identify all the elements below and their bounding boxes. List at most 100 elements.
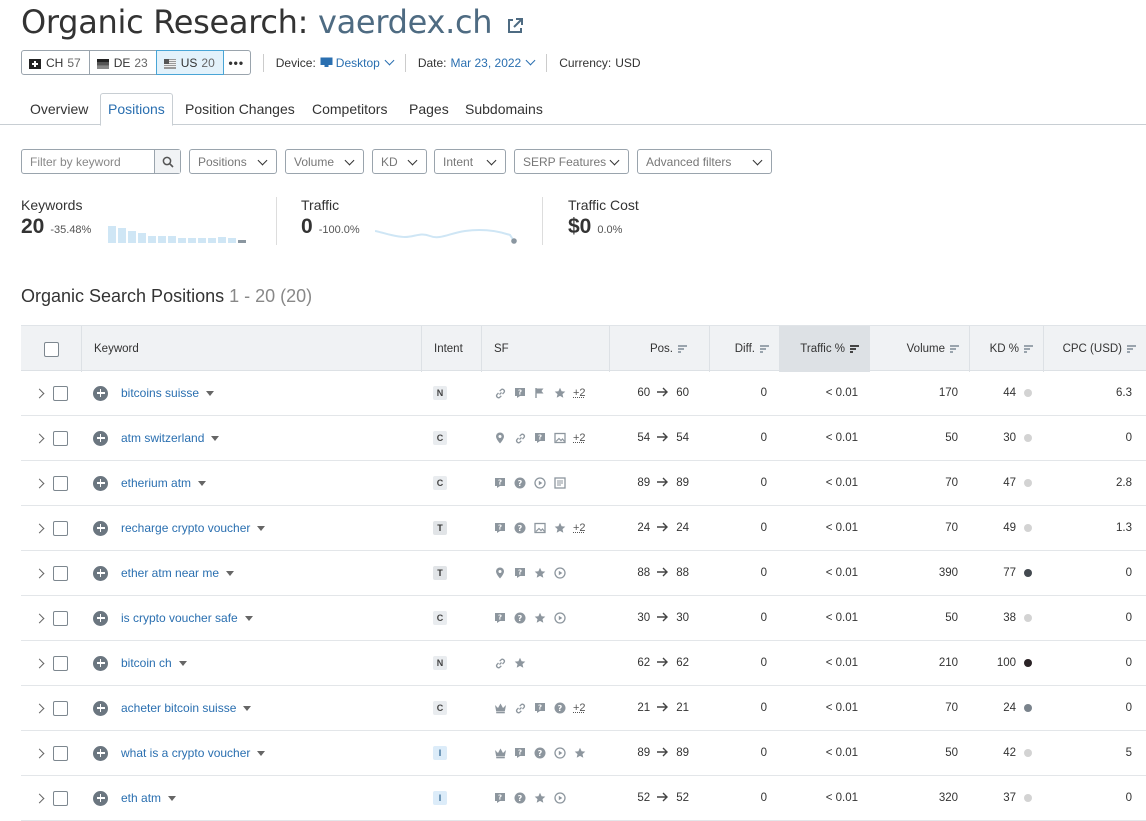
star-icon[interactable] <box>553 386 567 400</box>
domain-link[interactable]: vaerdex.ch <box>318 3 493 41</box>
question-icon[interactable]: ? <box>553 701 567 715</box>
volume-filter[interactable]: Volume <box>285 149 364 174</box>
row-checkbox[interactable] <box>53 700 68 716</box>
db-button-de[interactable]: DE 23 <box>88 50 157 75</box>
image-icon[interactable] <box>533 521 547 535</box>
row-checkbox[interactable] <box>53 475 68 491</box>
add-keyword-button[interactable] <box>93 596 108 640</box>
link-icon[interactable] <box>493 386 507 400</box>
star-icon[interactable] <box>573 746 587 760</box>
faq-icon[interactable]: ? <box>513 566 527 580</box>
keyword-menu-caret-icon[interactable] <box>226 570 235 576</box>
add-keyword-button[interactable] <box>93 416 108 460</box>
flag-icon[interactable] <box>533 386 547 400</box>
device-dropdown[interactable]: Desktop <box>320 56 395 70</box>
row-checkbox[interactable] <box>53 430 68 446</box>
keyword-link[interactable]: is crypto voucher safe <box>121 611 238 625</box>
star-icon[interactable] <box>513 656 527 670</box>
star-icon[interactable] <box>553 521 567 535</box>
video-icon[interactable] <box>553 611 567 625</box>
sf-more-link[interactable]: +2 <box>573 387 586 399</box>
add-keyword-button[interactable] <box>93 731 108 775</box>
faq-icon[interactable]: ? <box>493 611 507 625</box>
tab-position-changes[interactable]: Position Changes <box>185 93 295 125</box>
row-checkbox[interactable] <box>53 790 68 806</box>
col-pos[interactable]: Pos. <box>609 326 709 372</box>
date-dropdown[interactable]: Mar 23, 2022 <box>451 56 536 70</box>
col-keyword[interactable]: Keyword <box>81 326 421 372</box>
faq-icon[interactable]: ? <box>493 476 507 490</box>
video-icon[interactable] <box>553 566 567 580</box>
kd-filter[interactable]: KD <box>372 149 427 174</box>
keyword-menu-caret-icon[interactable] <box>206 390 215 396</box>
keyword-filter[interactable]: Filter by keyword <box>21 149 181 174</box>
tab-subdomains[interactable]: Subdomains <box>465 93 543 125</box>
add-keyword-button[interactable] <box>93 371 108 415</box>
keyword-link[interactable]: what is a crypto voucher <box>121 746 250 760</box>
tab-competitors[interactable]: Competitors <box>312 93 387 125</box>
expand-row-button[interactable] <box>34 416 46 460</box>
tab-positions[interactable]: Positions <box>100 93 173 126</box>
star-icon[interactable] <box>533 611 547 625</box>
row-checkbox[interactable] <box>53 745 68 761</box>
video-icon[interactable] <box>553 746 567 760</box>
keyword-menu-caret-icon[interactable] <box>257 525 266 531</box>
tab-overview[interactable]: Overview <box>30 93 88 125</box>
col-intent[interactable]: Intent <box>421 326 481 372</box>
col-kd[interactable]: KD % <box>969 326 1043 372</box>
add-keyword-button[interactable] <box>93 551 108 595</box>
sf-more-link[interactable]: +2 <box>573 432 586 444</box>
star-icon[interactable] <box>533 566 547 580</box>
crown-icon[interactable] <box>493 746 507 760</box>
db-button-us[interactable]: US 20 <box>155 50 224 75</box>
select-all-checkbox[interactable] <box>43 341 59 357</box>
keyword-menu-caret-icon[interactable] <box>198 480 207 486</box>
expand-row-button[interactable] <box>34 371 46 415</box>
question-icon[interactable]: ? <box>513 476 527 490</box>
col-traffic[interactable]: Traffic % <box>779 326 869 372</box>
expand-row-button[interactable] <box>34 776 46 820</box>
keyword-menu-caret-icon[interactable] <box>178 660 187 666</box>
faq-icon[interactable]: ? <box>493 521 507 535</box>
video-icon[interactable] <box>533 476 547 490</box>
pin-icon[interactable] <box>493 431 507 445</box>
more-databases-button[interactable]: ••• <box>222 50 251 75</box>
keyword-link[interactable]: eth atm <box>121 791 161 805</box>
faq-icon[interactable]: ? <box>533 701 547 715</box>
keyword-menu-caret-icon[interactable] <box>168 795 177 801</box>
question-icon[interactable]: ? <box>533 746 547 760</box>
faq-icon[interactable]: ? <box>513 746 527 760</box>
keyword-menu-caret-icon[interactable] <box>244 615 253 621</box>
question-icon[interactable]: ? <box>513 521 527 535</box>
news-icon[interactable] <box>553 476 567 490</box>
search-button[interactable] <box>154 150 180 173</box>
link-icon[interactable] <box>513 701 527 715</box>
col-cpc[interactable]: CPC (USD) <box>1043 326 1146 372</box>
row-checkbox[interactable] <box>53 655 68 671</box>
image-icon[interactable] <box>553 431 567 445</box>
link-icon[interactable] <box>493 656 507 670</box>
keyword-menu-caret-icon[interactable] <box>211 435 220 441</box>
keyword-link[interactable]: bitcoin ch <box>121 656 172 670</box>
add-keyword-button[interactable] <box>93 506 108 550</box>
add-keyword-button[interactable] <box>93 686 108 730</box>
search-input[interactable]: Filter by keyword <box>30 155 121 169</box>
serp-features-filter[interactable]: SERP Features <box>514 149 629 174</box>
keyword-link[interactable]: bitcoins suisse <box>121 386 199 400</box>
keyword-link[interactable]: atm switzerland <box>121 431 204 445</box>
row-checkbox[interactable] <box>53 520 68 536</box>
external-link-icon[interactable] <box>506 5 524 43</box>
advanced-filters-button[interactable]: Advanced filters <box>637 149 772 174</box>
keyword-link[interactable]: acheter bitcoin suisse <box>121 701 236 715</box>
expand-row-button[interactable] <box>34 731 46 775</box>
col-volume[interactable]: Volume <box>869 326 969 372</box>
expand-row-button[interactable] <box>34 596 46 640</box>
db-button-ch[interactable]: CH 57 <box>21 50 90 75</box>
row-checkbox[interactable] <box>53 610 68 626</box>
sf-more-link[interactable]: +2 <box>573 702 586 714</box>
positions-filter[interactable]: Positions <box>189 149 277 174</box>
expand-row-button[interactable] <box>34 686 46 730</box>
intent-filter[interactable]: Intent <box>434 149 506 174</box>
question-icon[interactable]: ? <box>513 611 527 625</box>
expand-row-button[interactable] <box>34 641 46 685</box>
